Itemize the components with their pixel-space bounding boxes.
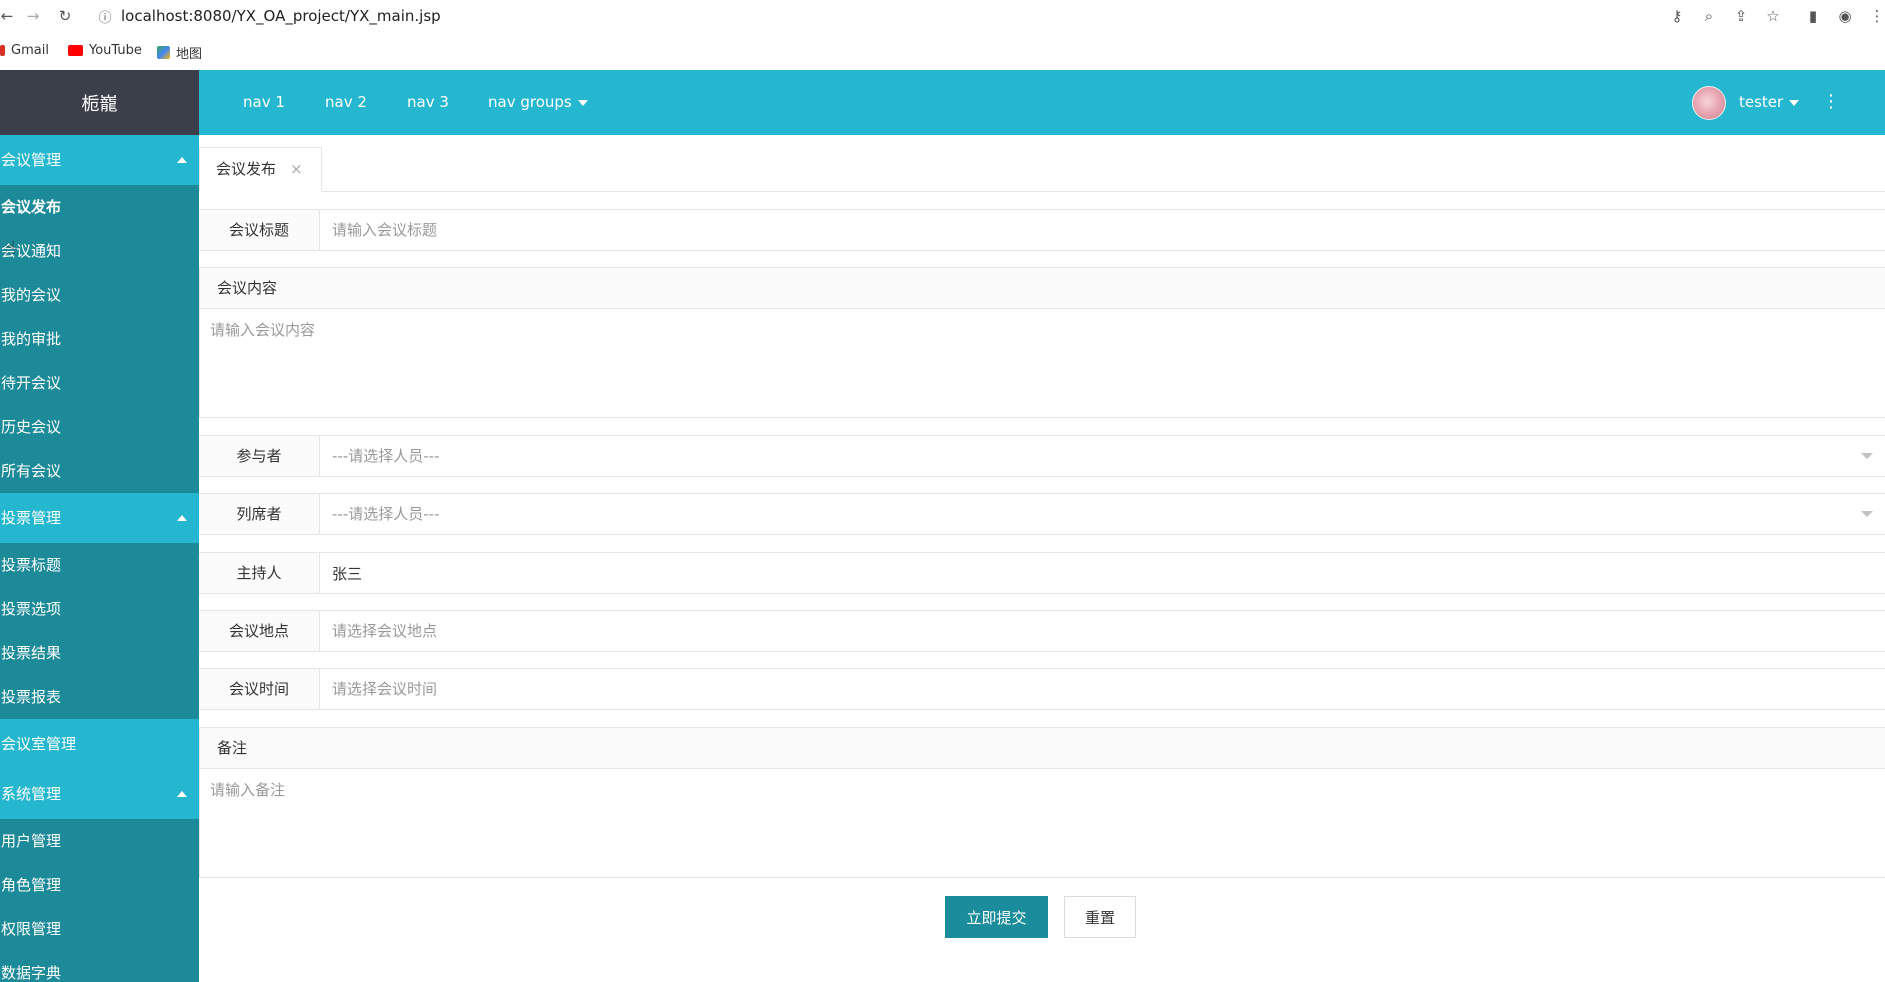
sidebar-group-label: 投票管理 [1, 509, 62, 527]
sidebar-item-all[interactable]: 所有会议 [0, 449, 199, 493]
attendees-value: ---请选择人员--- [332, 505, 440, 523]
attendees-row: 列席者 ---请选择人员--- [199, 493, 1885, 535]
remark-label: 备注 [200, 728, 1885, 769]
sidebar-item-vote-title[interactable]: 投票标题 [0, 543, 199, 587]
submit-button[interactable]: 立即提交 [945, 896, 1048, 938]
sidebar-item-vote-results[interactable]: 投票结果 [0, 631, 199, 675]
address-bar[interactable]: localhost:8080/YX_OA_project/YX_main.jsp [121, 6, 441, 26]
participants-label: 参与者 [199, 436, 320, 476]
youtube-icon [68, 45, 83, 56]
sidebar: 会议管理 会议发布 会议通知 我的会议 我的审批 待开会议 历史会议 所有会议 … [0, 135, 199, 982]
chevron-down-icon [1789, 99, 1800, 106]
tab-label: 会议发布 [216, 160, 277, 178]
attendees-label: 列席者 [199, 494, 320, 534]
chevron-down-icon [1861, 511, 1873, 517]
key-icon[interactable]: ⚷ [1666, 5, 1688, 27]
title-label: 会议标题 [199, 210, 320, 250]
bookmark-maps[interactable]: 地图 [157, 43, 202, 62]
sidebar-item-vote-options[interactable]: 投票选项 [0, 587, 199, 631]
tab-strip: 会议发布 × [199, 147, 1885, 192]
sidebar-group-rooms[interactable]: 会议室管理 [0, 719, 199, 769]
content-textarea[interactable] [200, 309, 1885, 417]
nav-2[interactable]: nav 2 [325, 70, 367, 135]
location-input[interactable] [320, 611, 1885, 651]
zoom-icon[interactable]: ⌕ [1698, 5, 1720, 27]
sidebar-group-label: 系统管理 [1, 785, 62, 803]
sidebar-item-my-approvals[interactable]: 我的审批 [0, 317, 199, 361]
username: tester [1739, 93, 1784, 111]
mouse-cursor-icon: ☝ [5, 238, 16, 259]
location-row: 会议地点 [199, 610, 1885, 652]
info-icon[interactable]: ⓘ [94, 5, 116, 27]
participants-row: 参与者 ---请选择人员--- [199, 435, 1885, 477]
chevron-down-icon [1861, 453, 1873, 459]
bookmark-youtube[interactable]: YouTube [68, 43, 142, 58]
nav-groups-label: nav groups [488, 93, 572, 111]
tab-publish[interactable]: 会议发布 × [199, 147, 322, 192]
participants-select[interactable] [320, 436, 1885, 476]
sidebar-item-notice[interactable]: 会议通知 [0, 229, 199, 273]
back-icon[interactable]: ← [0, 5, 18, 27]
content-block: 会议内容 [199, 267, 1885, 418]
attendees-select[interactable] [320, 494, 1885, 534]
browser-menu-icon[interactable]: ⋮ [1866, 5, 1885, 27]
nav-3[interactable]: nav 3 [407, 70, 449, 135]
profile-icon[interactable]: ◉ [1834, 5, 1856, 27]
browser-toolbar: ← → ↻ ⓘ localhost:8080/YX_OA_project/YX_… [0, 0, 1885, 32]
nav-groups[interactable]: nav groups [488, 70, 588, 135]
host-input[interactable] [320, 553, 1885, 593]
maps-icon [157, 46, 170, 59]
user-menu[interactable]: tester [1739, 70, 1800, 135]
sidebar-item-users[interactable]: 用户管理 [0, 819, 199, 863]
sidebar-item-my-meetings[interactable]: 我的会议 [0, 273, 199, 317]
title-row: 会议标题 [199, 209, 1885, 251]
host-row: 主持人 [199, 552, 1885, 594]
remark-textarea[interactable] [200, 769, 1885, 877]
remark-block: 备注 [199, 727, 1885, 878]
time-label: 会议时间 [199, 669, 320, 709]
participants-value: ---请选择人员--- [332, 447, 440, 465]
bookmark-label: Gmail [11, 43, 49, 58]
sidebar-group-label: 会议室管理 [1, 735, 77, 753]
content-label: 会议内容 [200, 268, 1885, 309]
star-icon[interactable]: ☆ [1762, 5, 1784, 27]
title-input[interactable] [320, 210, 1885, 250]
sidebar-group-vote[interactable]: 投票管理 [0, 493, 199, 543]
time-input[interactable] [320, 669, 1885, 709]
sidebar-item-dictionary[interactable]: 数据字典 [0, 951, 199, 982]
sidebar-group-meeting[interactable]: 会议管理 [0, 135, 199, 185]
sidebar-item-pending[interactable]: 待开会议 [0, 361, 199, 405]
app-logo: 栀巃 [0, 70, 199, 135]
bookmarks-bar: Gmail YouTube 地图 [0, 32, 1885, 70]
forward-icon[interactable]: → [22, 5, 44, 27]
sidebar-item-roles[interactable]: 角色管理 [0, 863, 199, 907]
reload-icon[interactable]: ↻ [54, 5, 76, 27]
bookmark-label: YouTube [89, 43, 142, 58]
chevron-up-icon [177, 515, 187, 521]
avatar[interactable] [1692, 86, 1726, 120]
more-icon[interactable]: ⋮ [1822, 88, 1840, 116]
chevron-down-icon [577, 99, 588, 106]
close-icon[interactable]: × [290, 148, 303, 191]
bookmark-label: 地图 [176, 47, 203, 62]
nav-1[interactable]: nav 1 [243, 70, 285, 135]
sidebar-group-system[interactable]: 系统管理 [0, 769, 199, 819]
chevron-up-icon [177, 157, 187, 163]
chevron-up-icon [177, 791, 187, 797]
bookmark-gmail[interactable]: Gmail [0, 43, 49, 58]
sidepanel-icon[interactable]: ▮ [1802, 5, 1824, 27]
sidebar-item-permissions[interactable]: 权限管理 [0, 907, 199, 951]
sidebar-item-publish[interactable]: 会议发布 [0, 185, 199, 229]
sidebar-group-label: 会议管理 [1, 151, 62, 169]
sidebar-item-vote-report[interactable]: 投票报表 [0, 675, 199, 719]
reset-button[interactable]: 重置 [1064, 896, 1136, 938]
sidebar-item-history[interactable]: 历史会议 [0, 405, 199, 449]
host-label: 主持人 [199, 553, 320, 593]
time-row: 会议时间 [199, 668, 1885, 710]
share-icon[interactable]: ⇪ [1730, 5, 1752, 27]
gmail-icon [0, 45, 5, 56]
location-label: 会议地点 [199, 611, 320, 651]
